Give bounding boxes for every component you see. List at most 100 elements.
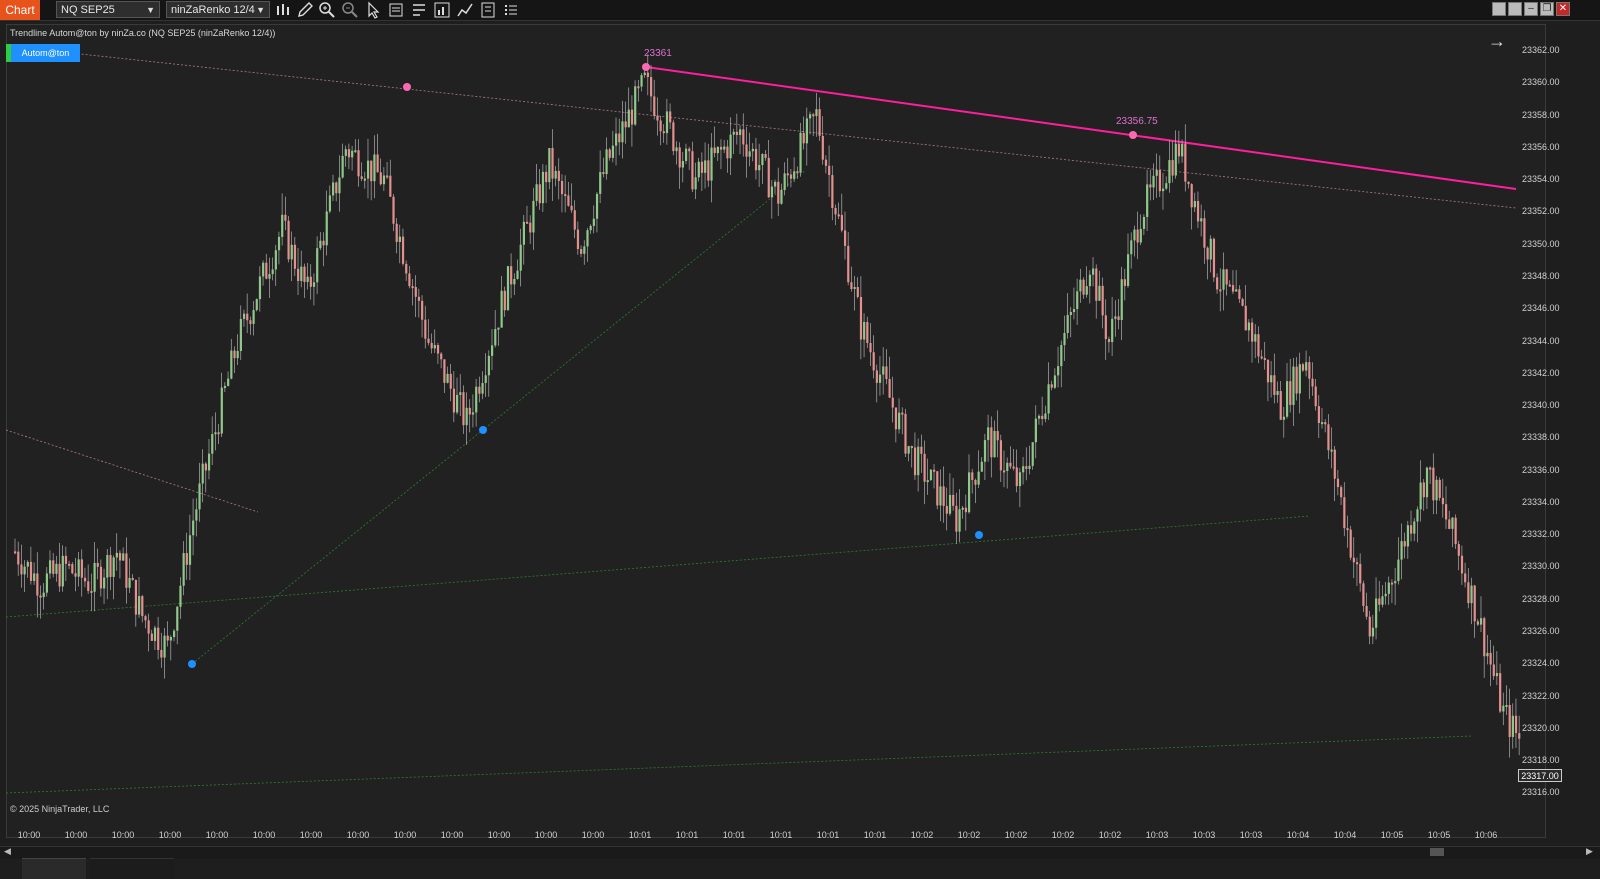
down-bar: [297, 268, 300, 281]
down-bar: [379, 172, 382, 185]
time-tick-label: 10:02: [910, 830, 934, 840]
up-bar: [1400, 541, 1403, 560]
down-bar: [1514, 715, 1518, 734]
down-bar: [618, 133, 621, 143]
up-bar: [103, 577, 106, 589]
down-bar: [726, 146, 729, 159]
up-bar: [319, 240, 322, 249]
up-bar: [1270, 375, 1273, 383]
scrollbar-thumb[interactable]: [1430, 848, 1444, 856]
up-bar: [290, 244, 293, 260]
down-bar: [1123, 279, 1127, 286]
price-tick-label: 23362.00: [1522, 45, 1560, 55]
down-bar: [144, 616, 147, 621]
chart-tab-bottom[interactable]: [22, 858, 86, 879]
down-bar: [996, 430, 999, 441]
down-bar: [1082, 279, 1085, 295]
up-bar: [214, 432, 217, 435]
up-bar: [26, 561, 29, 567]
down-bar: [691, 151, 694, 190]
up-bar: [195, 509, 198, 521]
down-bar: [376, 154, 379, 173]
up-bar: [799, 132, 802, 173]
up-bar: [1330, 449, 1333, 452]
up-bar: [271, 269, 274, 275]
up-bar: [471, 412, 475, 415]
price-tick-label: 23336.00: [1522, 464, 1560, 475]
up-bar: [1057, 366, 1060, 376]
up-bar: [783, 173, 786, 190]
down-bar: [360, 176, 363, 179]
up-bar: [1505, 705, 1508, 708]
down-bar: [185, 553, 188, 565]
down-bar: [1009, 462, 1012, 467]
down-bar: [742, 129, 745, 145]
down-bar: [923, 453, 926, 482]
down-bar: [910, 446, 913, 449]
down-bar: [1203, 218, 1206, 248]
down-bar: [74, 573, 77, 577]
down-bar: [1473, 585, 1476, 622]
down-bar: [141, 596, 144, 617]
autom-button[interactable]: Autom@ton: [6, 44, 80, 62]
up-bar: [484, 375, 487, 383]
up-bar: [332, 182, 335, 196]
up-bar: [211, 434, 214, 454]
down-bar: [246, 313, 249, 321]
down-bar: [602, 172, 605, 175]
down-bar: [131, 577, 134, 580]
down-bar: [1260, 356, 1263, 359]
down-bar: [764, 154, 767, 158]
scroll-right-icon[interactable]: ▶: [1586, 846, 1593, 857]
price-tick-label: 23354.00: [1522, 174, 1560, 185]
up-bar: [112, 557, 115, 577]
down-bar: [421, 300, 424, 320]
down-bar: [1343, 497, 1346, 529]
up-bar: [230, 350, 233, 379]
up-bar: [729, 134, 732, 159]
up-bar: [33, 573, 36, 581]
down-bar: [573, 210, 576, 230]
down-bar: [1311, 378, 1314, 387]
down-bar: [1422, 482, 1425, 498]
up-bar: [1165, 183, 1168, 189]
down-bar: [974, 479, 977, 485]
down-bar: [1518, 733, 1521, 739]
up-bar: [532, 200, 535, 233]
up-bar: [1375, 598, 1378, 628]
down-bar: [1219, 289, 1222, 292]
up-bar: [710, 147, 713, 181]
down-bar: [265, 262, 268, 279]
horizontal-scrollbar[interactable]: [0, 846, 1600, 859]
up-bar: [1028, 465, 1031, 469]
up-bar: [262, 262, 265, 277]
down-bar: [29, 561, 33, 581]
resistance-trendline: [5, 429, 259, 513]
up-bar: [338, 177, 341, 194]
time-tick-label: 10:03: [1192, 830, 1216, 840]
time-tick-label: 10:00: [252, 830, 276, 840]
down-bar: [840, 214, 843, 231]
down-bar: [405, 263, 408, 274]
down-bar: [796, 171, 799, 174]
up-bar: [1502, 705, 1505, 712]
up-bar: [487, 355, 491, 376]
scroll-left-icon[interactable]: ◀: [4, 846, 11, 857]
down-bar: [1365, 605, 1368, 617]
up-bar: [268, 274, 271, 279]
down-bar: [1050, 384, 1053, 388]
down-bar: [936, 471, 939, 506]
arrow-right-icon[interactable]: →: [1488, 31, 1506, 52]
down-bar: [160, 649, 163, 658]
down-bar: [322, 240, 325, 246]
up-bar: [316, 248, 319, 283]
chart-tab-bottom[interactable]: [90, 858, 174, 879]
up-bar: [93, 562, 96, 592]
down-bar: [875, 370, 878, 383]
last-price-badge: 23317.00: [1518, 769, 1562, 782]
down-bar: [83, 577, 87, 582]
price-tick-label: 23350.00: [1522, 238, 1560, 249]
up-bar: [513, 278, 516, 285]
up-bar: [1181, 143, 1184, 157]
up-bar: [589, 225, 592, 231]
